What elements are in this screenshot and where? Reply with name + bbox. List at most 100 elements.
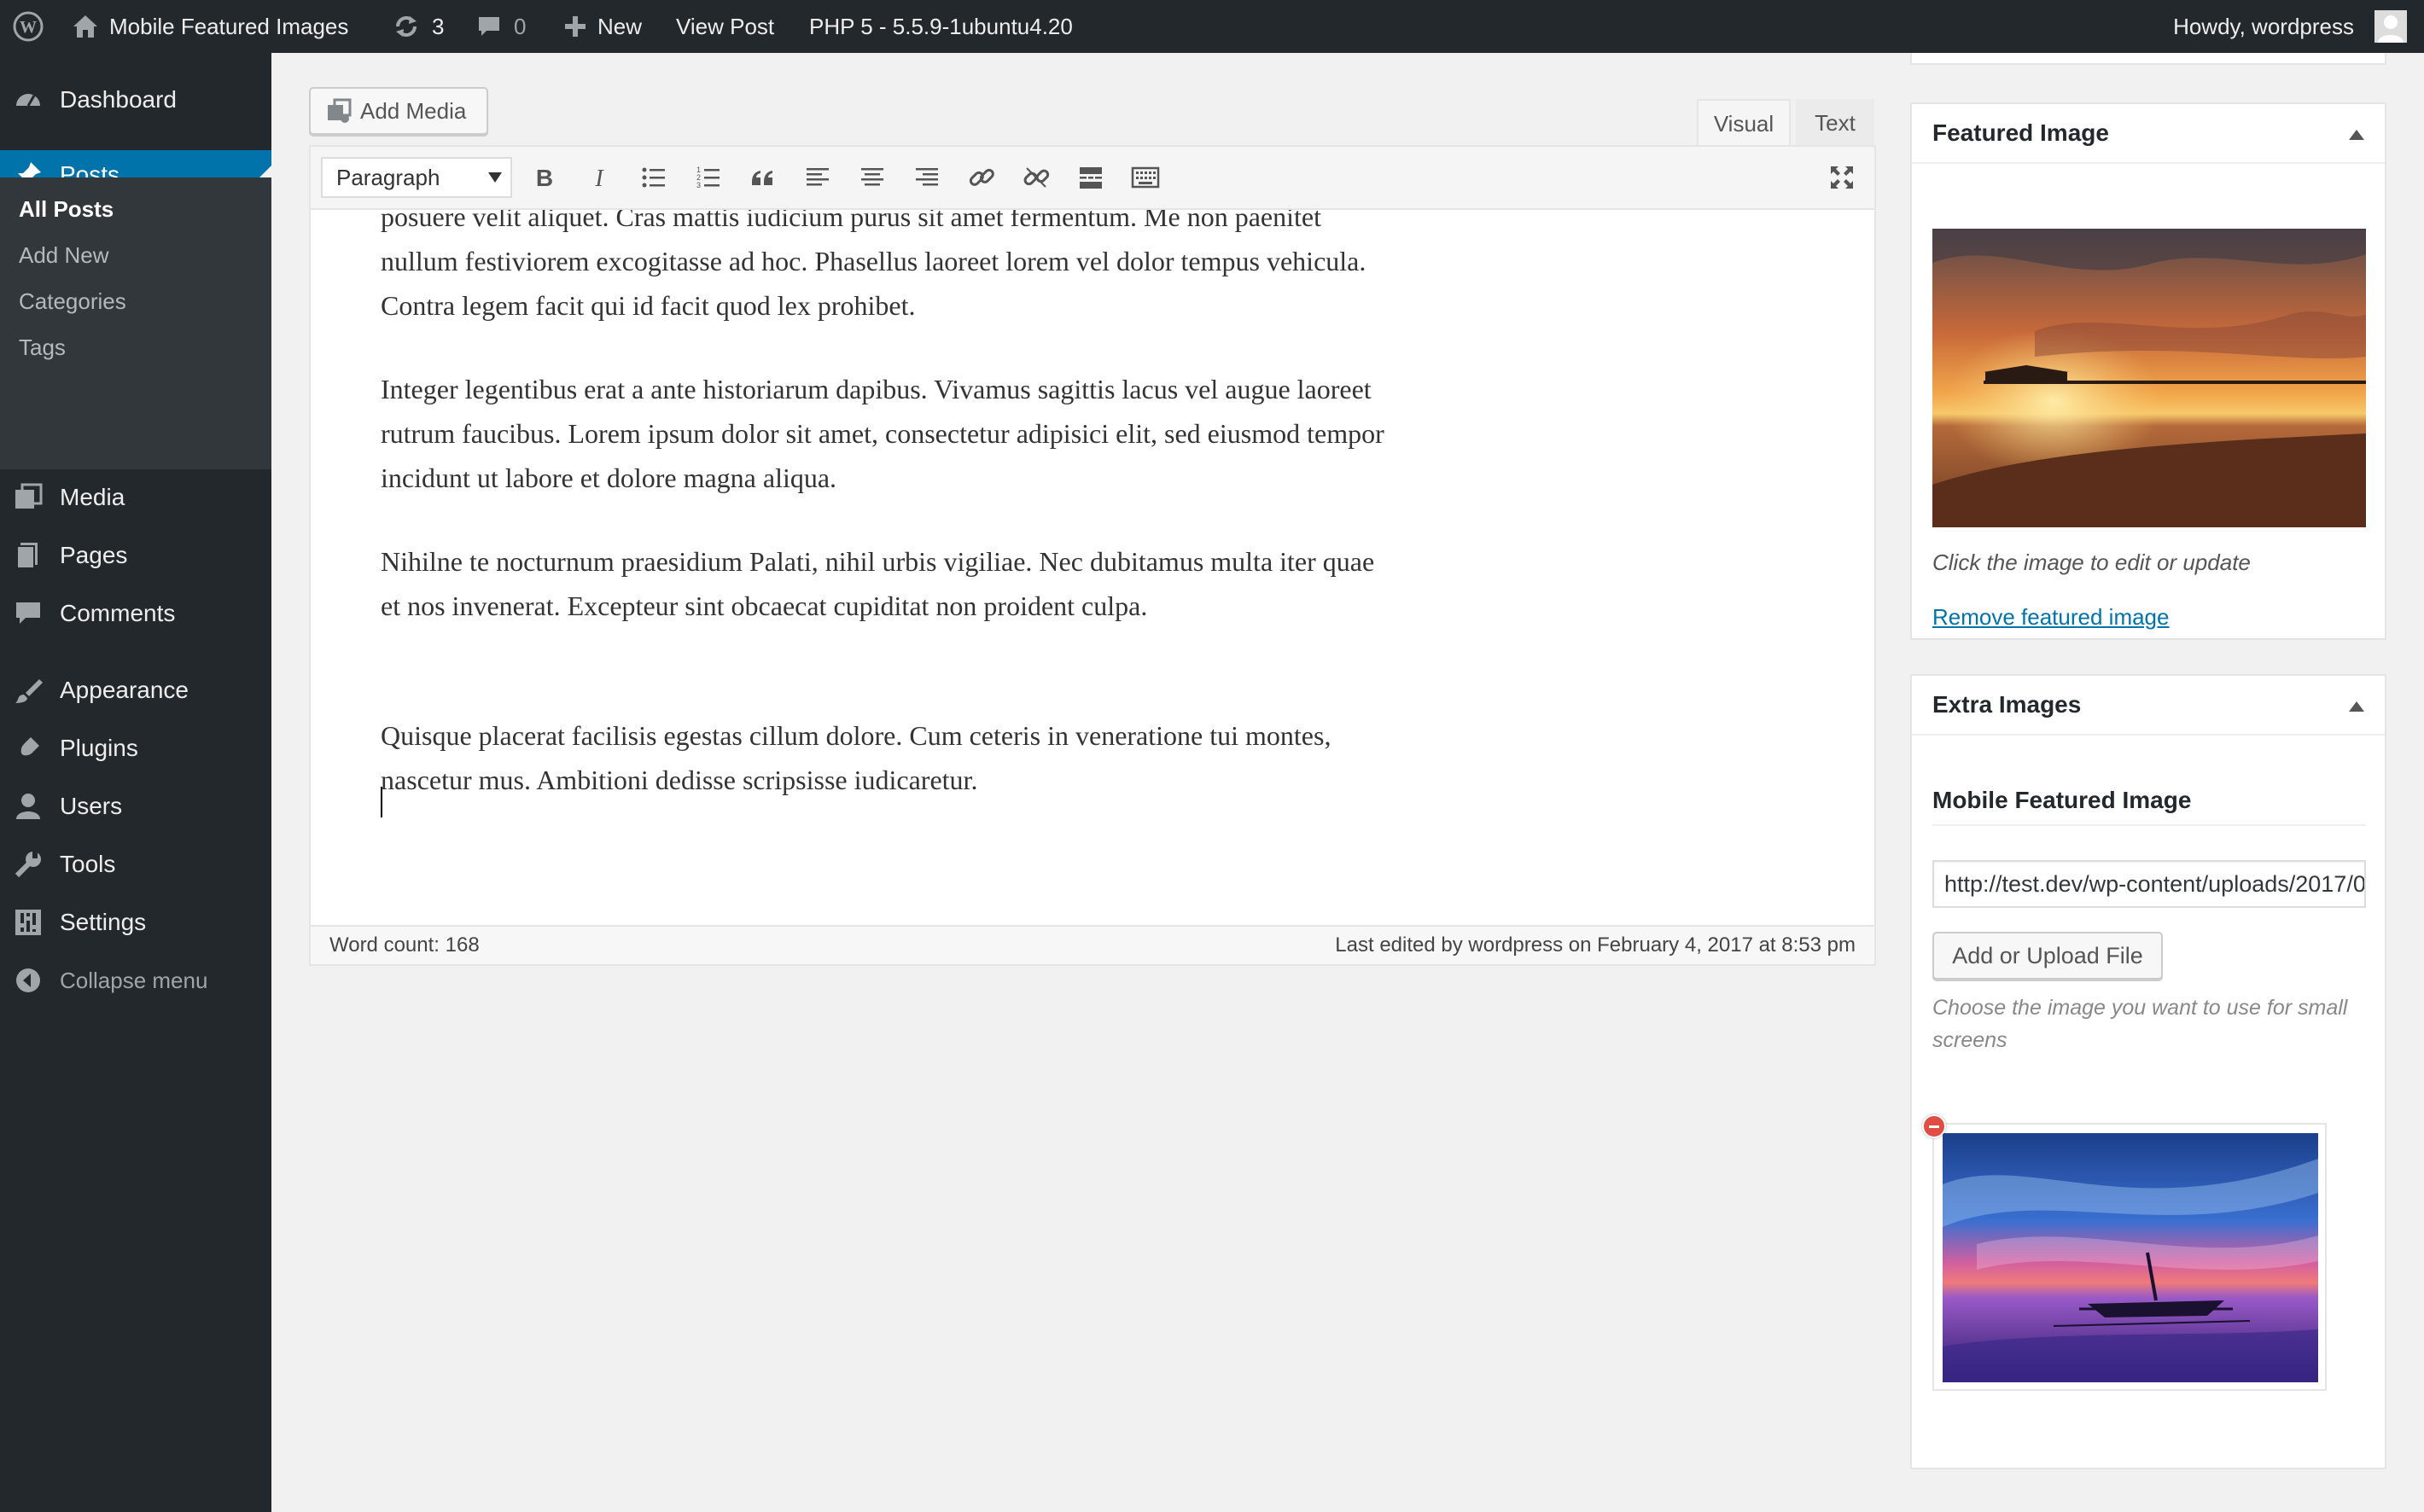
add-or-upload-file-button[interactable]: Add or Upload File bbox=[1932, 932, 2163, 980]
mobile-image-description: Choose the image you want to use for sma… bbox=[1932, 996, 2348, 1052]
brush-icon bbox=[14, 676, 43, 705]
view-post-link[interactable]: View Post bbox=[676, 0, 774, 53]
bulleted-list-button[interactable] bbox=[637, 160, 671, 195]
collapse-arrow-icon[interactable] bbox=[2349, 130, 2364, 140]
avatar[interactable] bbox=[2374, 0, 2407, 53]
sidebar-item-comments[interactable]: Comments bbox=[0, 589, 271, 638]
howdy-account-link[interactable]: Howdy, wordpress bbox=[2173, 0, 2354, 53]
admin-bar: W Mobile Featured Images 3 0 New View Po… bbox=[0, 0, 2424, 53]
sidebar-item-users[interactable]: Users bbox=[0, 782, 271, 831]
align-left-icon bbox=[807, 168, 829, 186]
php-version-info[interactable]: PHP 5 - 5.5.9-1ubuntu4.20 bbox=[809, 0, 1073, 53]
numbered-list-button[interactable]: 123 bbox=[691, 160, 725, 195]
align-right-button[interactable] bbox=[910, 160, 944, 195]
wordpress-logo-icon[interactable]: W bbox=[12, 0, 44, 53]
unlink-icon bbox=[1023, 167, 1050, 188]
align-right-icon bbox=[916, 168, 938, 186]
media-upload-icon bbox=[326, 98, 352, 124]
read-more-button[interactable] bbox=[1074, 160, 1108, 195]
sidebar-item-dashboard[interactable]: Dashboard bbox=[0, 75, 271, 125]
tab-visual-label: Visual bbox=[1713, 110, 1774, 137]
italic-button[interactable]: I bbox=[582, 160, 616, 195]
featured-image-metabox: Featured Image Click the image to edit o… bbox=[1910, 102, 2386, 640]
content-paragraph[interactable]: Integer legentibus erat a ante historiar… bbox=[381, 367, 1388, 500]
sidebar-item-appearance[interactable]: Appearance bbox=[0, 666, 271, 715]
sidebar-item-pages[interactable]: Pages bbox=[0, 531, 271, 580]
extra-images-title: Extra Images bbox=[1932, 691, 2082, 718]
dashboard-icon bbox=[14, 85, 43, 114]
site-name-link[interactable]: Mobile Featured Images bbox=[72, 0, 348, 53]
blockquote-icon bbox=[752, 171, 772, 185]
collapse-menu-button[interactable]: Collapse menu bbox=[0, 956, 271, 1005]
comments-count: 0 bbox=[514, 14, 527, 39]
italic-icon: I bbox=[594, 166, 604, 192]
editor-status-bar: Word count: 168 Last edited by wordpress… bbox=[311, 925, 1874, 964]
comments-icon bbox=[14, 599, 43, 628]
insert-link-button[interactable] bbox=[964, 160, 999, 195]
featured-image-hint: Click the image to edit or update bbox=[1932, 550, 2251, 575]
site-name: Mobile Featured Images bbox=[109, 14, 349, 39]
remove-link-button[interactable] bbox=[1019, 160, 1053, 195]
fullscreen-button[interactable] bbox=[1825, 160, 1859, 195]
new-content-link[interactable]: New bbox=[563, 0, 642, 53]
upload-button-label: Add or Upload File bbox=[1952, 942, 2143, 968]
sidebar-item-label: Tools bbox=[60, 851, 116, 877]
tab-visual[interactable]: Visual bbox=[1697, 99, 1791, 147]
format-select[interactable]: Paragraph bbox=[321, 157, 512, 198]
content-paragraph[interactable]: Nihilne te nocturnum praesidium Palati, … bbox=[381, 539, 1388, 628]
collapse-arrow-icon[interactable] bbox=[2349, 701, 2364, 712]
mobile-image-thumbnail[interactable] bbox=[1943, 1133, 2318, 1382]
align-left-button[interactable] bbox=[801, 160, 835, 195]
collapse-menu-label: Collapse menu bbox=[60, 967, 208, 993]
submenu-all-posts[interactable]: All Posts bbox=[19, 196, 114, 223]
content-paragraph[interactable]: Quisque placerat facilisis egestas cillu… bbox=[381, 713, 1388, 802]
align-center-button[interactable] bbox=[855, 160, 889, 195]
posts-submenu: All Posts Add New Categories Tags bbox=[0, 177, 271, 469]
extra-images-metabox: Extra Images Mobile Featured Image Add o… bbox=[1910, 674, 2386, 1469]
sidebar-item-label: Dashboard bbox=[60, 86, 177, 113]
featured-image-thumbnail[interactable] bbox=[1932, 229, 2366, 527]
sidebar-item-label: Settings bbox=[60, 909, 147, 935]
add-media-label: Add Media bbox=[360, 97, 467, 124]
editor-content-area[interactable]: posuere velit aliquet. Cras mattis iudic… bbox=[311, 210, 1874, 893]
add-media-button[interactable]: Add Media bbox=[309, 87, 488, 135]
sidebar-item-tools[interactable]: Tools bbox=[0, 840, 271, 889]
remove-featured-image-link[interactable]: Remove featured image bbox=[1932, 604, 2169, 631]
collapse-arrow-icon bbox=[14, 966, 43, 995]
align-center-icon bbox=[861, 168, 883, 186]
svg-text:3: 3 bbox=[696, 181, 701, 189]
sidebar-item-plugins[interactable]: Plugins bbox=[0, 724, 271, 773]
toolbar-toggle-button[interactable] bbox=[1128, 160, 1162, 195]
submenu-categories[interactable]: Categories bbox=[19, 288, 126, 315]
mobile-featured-image-label: Mobile Featured Image bbox=[1932, 787, 2366, 826]
settings-icon bbox=[14, 908, 43, 937]
howdy-label: Howdy, wordpress bbox=[2173, 14, 2354, 39]
read-more-icon bbox=[1080, 167, 1102, 189]
user-icon bbox=[14, 792, 43, 821]
sidebar-item-settings[interactable]: Settings bbox=[0, 898, 271, 947]
word-count: Word count: 168 bbox=[329, 933, 480, 957]
content-paragraph[interactable]: posuere velit aliquet. Cras mattis iudic… bbox=[381, 210, 1388, 328]
mobile-image-preview bbox=[1932, 1123, 2327, 1391]
admin-sidebar: Dashboard Posts All Posts Add New Catego… bbox=[0, 53, 271, 1512]
pages-icon bbox=[14, 541, 43, 570]
remove-circle-icon[interactable] bbox=[1922, 1114, 1946, 1138]
sidebar-item-media[interactable]: Media bbox=[0, 473, 271, 522]
updates-link[interactable]: 3 bbox=[393, 0, 444, 53]
updates-icon bbox=[393, 13, 420, 40]
extra-images-header[interactable]: Extra Images bbox=[1912, 676, 2385, 736]
plugin-icon bbox=[14, 734, 43, 763]
bold-button[interactable]: B bbox=[527, 160, 562, 195]
wrench-icon bbox=[14, 850, 43, 879]
media-icon bbox=[14, 483, 43, 512]
submenu-tags[interactable]: Tags bbox=[19, 334, 66, 361]
chevron-down-icon bbox=[488, 172, 502, 183]
blockquote-button[interactable] bbox=[746, 160, 780, 195]
tab-text[interactable]: Text bbox=[1796, 99, 1874, 147]
submenu-add-new[interactable]: Add New bbox=[19, 242, 109, 269]
featured-image-header[interactable]: Featured Image bbox=[1912, 104, 2385, 164]
featured-image-title: Featured Image bbox=[1932, 119, 2109, 146]
comments-link[interactable]: 0 bbox=[476, 0, 526, 53]
mobile-image-url-field[interactable] bbox=[1932, 860, 2366, 908]
plus-icon bbox=[563, 15, 587, 38]
